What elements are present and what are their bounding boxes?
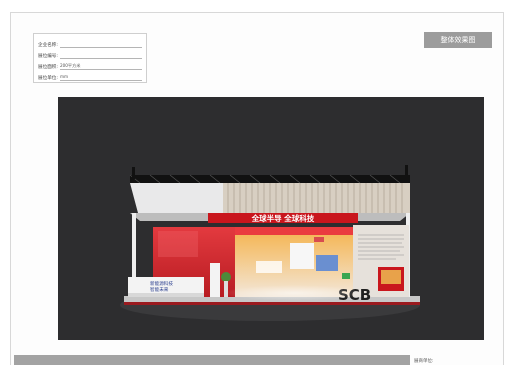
- floor-light: [224, 285, 364, 301]
- counter-text-line2: 智能未来: [150, 286, 169, 293]
- area-label: 展位面积:: [38, 65, 58, 70]
- right-wall-product-image: [381, 270, 401, 284]
- fascia-slats: [223, 183, 410, 213]
- overall-rendering-title: 整体效果图: [424, 32, 492, 48]
- booth-no-label: 展位编号:: [38, 54, 58, 59]
- fascia-left: [130, 183, 223, 213]
- area-value: 200平方米: [59, 63, 142, 70]
- booth-floor-edge: [124, 302, 420, 305]
- counter-text-line1: 新能源科技: [150, 280, 173, 287]
- inner-screen: [316, 255, 338, 271]
- info-row-booth-no: 展位编号:: [38, 48, 142, 59]
- booth-rendering-svg: 全球半导 全球科技 SCB 新能源科技 智能未来: [58, 97, 484, 340]
- exhibitor-label: 展商单位:: [414, 359, 434, 364]
- company-label: 企业名称:: [38, 43, 58, 48]
- reception-counter-base: [128, 293, 204, 297]
- info-row-company: 企业名称:: [38, 37, 142, 48]
- light-post-right: [405, 165, 408, 179]
- slogan-text: 全球半导 全球科技: [251, 213, 315, 223]
- inner-display-panel: [290, 243, 314, 269]
- light-post-left: [132, 167, 135, 179]
- info-row-unit: 展位单位: mm: [38, 70, 142, 81]
- unit-label: 展位单位:: [38, 76, 58, 81]
- footer-bar: [14, 355, 410, 365]
- booth-info-box: 企业名称: 展位编号: 展位面积: 200平方米 展位单位: mm: [33, 33, 147, 83]
- plant: [221, 272, 231, 282]
- unit-value: mm: [59, 74, 142, 81]
- info-row-area: 展位面积: 200平方米: [38, 59, 142, 70]
- left-wall-graphic: [158, 231, 198, 257]
- brand-logo-leaf: [342, 273, 350, 279]
- booth-rendering: 全球半导 全球科技 SCB 新能源科技 智能未来: [58, 97, 484, 340]
- inner-sign: [314, 237, 324, 242]
- inner-table: [256, 261, 282, 273]
- inner-lintel: [235, 227, 353, 235]
- booth-no-value: [59, 52, 142, 59]
- display-stand: [210, 263, 220, 297]
- company-value: [59, 41, 142, 48]
